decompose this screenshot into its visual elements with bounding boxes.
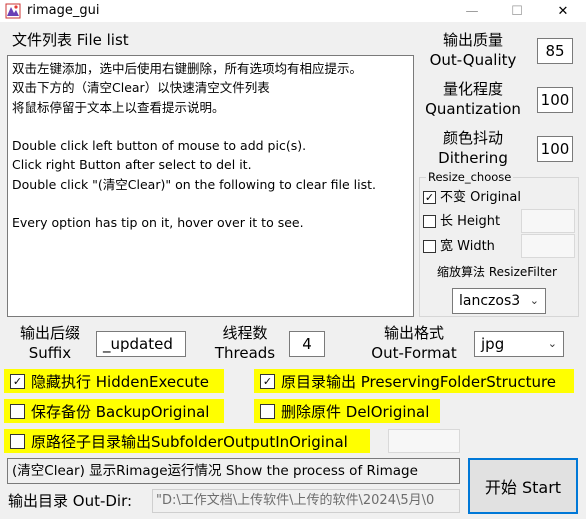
dithering-label-cn: 颜色抖动 [442, 129, 503, 147]
hidden-execute-checkbox[interactable]: ✓ [10, 373, 25, 389]
suffix-label-en: Suffix [28, 344, 72, 362]
quantization-label-cn: 量化程度 [442, 80, 503, 98]
threads-input[interactable]: 4 [289, 331, 325, 357]
format-label-cn: 输出格式 [383, 324, 444, 342]
window-title: rimage_gui [27, 3, 100, 18]
quality-input[interactable]: 85 [537, 38, 573, 64]
outdir-label: 输出目录 Out-Dir: [8, 492, 133, 510]
resize-height-checkbox[interactable] [423, 215, 436, 228]
resize-width-checkbox[interactable] [423, 240, 436, 253]
del-original-option[interactable]: 删除原件 DelOriginal [254, 399, 440, 423]
maximize-button[interactable]: ☐ [494, 0, 540, 22]
preserving-structure-checkbox[interactable]: ✓ [260, 373, 275, 389]
resize-height-input[interactable] [521, 209, 575, 233]
outdir-input[interactable]: "D:\工作文档\上传软件\上传的软件\2024\5月\0 [152, 489, 460, 513]
resize-height-label: 长 Height [440, 214, 501, 229]
resize-original-checkbox[interactable]: ✓ [423, 191, 436, 204]
file-list-line: 双击左键添加，选中后使用右键删除，所有选项均有相应提示。 [12, 61, 363, 76]
file-list-line: Double click "(清空Clear)" on the followin… [12, 176, 376, 192]
quantization-input[interactable]: 100 [537, 87, 573, 113]
dithering-label-en: Dithering [438, 149, 508, 167]
file-list-line: 双击下方的（清空Clear）以快速清空文件列表 [12, 80, 270, 96]
resize-original-label: 不变 Original [440, 190, 522, 205]
hidden-execute-option[interactable]: ✓ 隐藏执行 HiddenExecute [4, 369, 224, 393]
subfolder-output-label: 原路径子目录输出SubfolderOutputInOriginal [31, 432, 348, 451]
file-list-line [12, 117, 409, 136]
format-label-en: Out-Format [371, 344, 457, 362]
subfolder-name-input[interactable] [388, 429, 460, 453]
check-icon: ✓ [12, 374, 23, 388]
subfolder-output-checkbox[interactable] [10, 433, 25, 449]
backup-original-option[interactable]: 保存备份 BackupOriginal [4, 399, 224, 423]
del-original-label: 删除原件 DelOriginal [281, 402, 430, 421]
threads-label-en: Threads [214, 344, 276, 362]
check-icon: ✓ [262, 374, 273, 388]
file-list-line: Double click left button of mouse to add… [12, 138, 307, 154]
close-button[interactable]: ✕ [540, 0, 586, 22]
file-list-line [12, 194, 409, 213]
file-list[interactable]: 双击左键添加，选中后使用右键删除，所有选项均有相应提示。 双击下方的（清空Cle… [7, 55, 414, 317]
status-log[interactable]: (清空Clear) 显示Rimage运行情况 Show the process … [7, 458, 460, 484]
suffix-label-cn: 输出后缀 [19, 324, 80, 342]
hidden-execute-label: 隐藏执行 HiddenExecute [31, 372, 209, 391]
chevron-down-icon: ⌄ [547, 337, 557, 350]
app-icon [5, 3, 21, 19]
resize-width-label: 宽 Width [440, 239, 495, 254]
start-button[interactable]: 开始 Start [468, 458, 578, 514]
subfolder-output-option[interactable]: 原路径子目录输出SubfolderOutputInOriginal [4, 429, 370, 453]
suffix-input[interactable]: _updated [96, 331, 186, 357]
resize-filter-label: 缩放算法 ResizeFilter [437, 265, 557, 279]
quality-label-en: Out-Quality [429, 51, 517, 69]
backup-original-checkbox[interactable] [10, 403, 25, 419]
quantization-label-en: Quantization [425, 100, 521, 118]
file-list-line: 将鼠标停留于文本上以查看提示说明。 [12, 99, 225, 115]
check-icon: ✓ [424, 191, 435, 204]
file-list-line: Every option has tip on it, hover over i… [12, 215, 304, 231]
resize-filter-select[interactable]: lanczos3 ⌄ [452, 288, 546, 314]
dithering-input[interactable]: 100 [537, 136, 573, 162]
backup-original-label: 保存备份 BackupOriginal [31, 402, 210, 421]
chevron-down-icon: ⌄ [529, 294, 539, 307]
resize-width-input[interactable] [521, 234, 575, 258]
preserving-structure-label: 原目录输出 PreservingFolderStructure [281, 372, 557, 391]
del-original-checkbox[interactable] [260, 403, 275, 419]
minimize-button[interactable]: — [449, 0, 495, 22]
format-value: jpg [481, 335, 505, 353]
file-list-title: 文件列表 File list [12, 31, 129, 49]
resize-group-title: Resize_choose [426, 169, 514, 185]
file-list-line: Click right Button after select to del i… [12, 157, 252, 173]
format-select[interactable]: jpg ⌄ [474, 331, 564, 357]
resize-filter-value: lanczos3 [459, 293, 521, 309]
threads-label-cn: 线程数 [222, 324, 268, 342]
preserving-structure-option[interactable]: ✓ 原目录输出 PreservingFolderStructure [254, 369, 574, 393]
quality-label-cn: 输出质量 [442, 31, 503, 49]
